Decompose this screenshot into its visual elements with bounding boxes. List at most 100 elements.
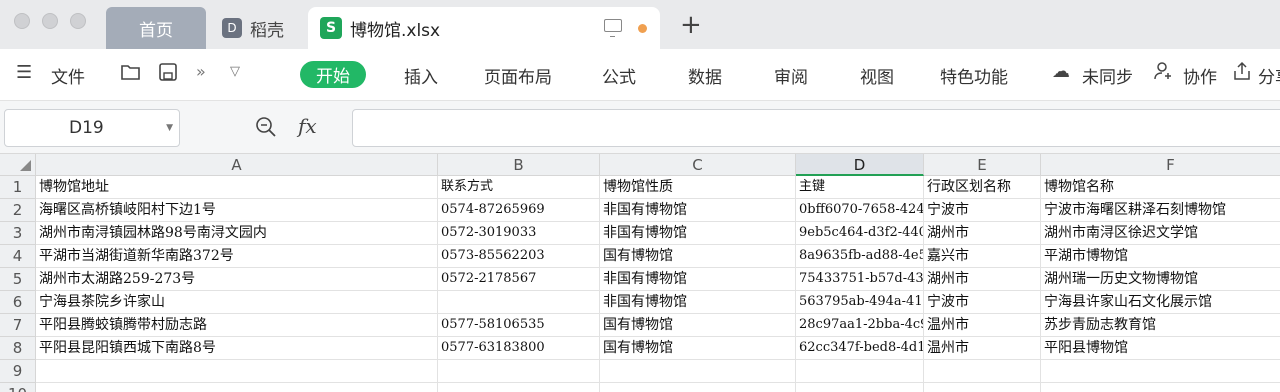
window-close-button[interactable]	[14, 13, 30, 29]
table-cell[interactable]: 平湖市当湖街道新华南路372号	[36, 245, 438, 268]
dropdown-chevron-icon[interactable]: ▽	[230, 64, 240, 79]
column-header-c[interactable]: C	[600, 154, 796, 176]
menu-special-features[interactable]: 特色功能	[940, 63, 1008, 88]
table-cell[interactable]: 行政区划名称	[924, 176, 1041, 199]
table-cell[interactable]: 主键	[796, 176, 924, 199]
table-cell[interactable]: 湖州市太湖路259-273号	[36, 268, 438, 291]
table-cell[interactable]: 海曙区高桥镇岐阳村下边1号	[36, 199, 438, 222]
row-header[interactable]: 6	[0, 291, 36, 314]
sync-status[interactable]: 未同步	[1082, 63, 1133, 88]
table-cell[interactable]: 9eb5c464-d3f2-4408	[796, 222, 924, 245]
table-cell[interactable]: 温州市	[924, 314, 1041, 337]
menu-page-layout[interactable]: 页面布局	[484, 63, 552, 88]
row-header[interactable]: 9	[0, 360, 36, 383]
table-cell[interactable]: 苏步青励志教育馆	[1041, 314, 1280, 337]
table-cell[interactable]: 平湖市博物馆	[1041, 245, 1280, 268]
table-cell[interactable]: 0577-63183800	[438, 337, 600, 360]
table-cell[interactable]: 联系方式	[438, 176, 600, 199]
table-cell[interactable]: 0577-58106535	[438, 314, 600, 337]
table-cell[interactable]: 563795ab-494a-411	[796, 291, 924, 314]
table-cell[interactable]: 博物馆地址	[36, 176, 438, 199]
table-cell[interactable]	[36, 383, 438, 392]
window-maximize-button[interactable]	[70, 13, 86, 29]
formula-input[interactable]	[352, 109, 1280, 147]
table-cell[interactable]	[796, 360, 924, 383]
menu-view[interactable]: 视图	[860, 63, 894, 88]
table-cell[interactable]: 博物馆名称	[1041, 176, 1280, 199]
table-cell[interactable]: 国有博物馆	[600, 245, 796, 268]
table-cell[interactable]	[1041, 360, 1280, 383]
new-tab-button[interactable]: +	[680, 10, 702, 40]
table-cell[interactable]	[924, 383, 1041, 392]
tab-home[interactable]: 首页	[106, 7, 206, 49]
table-cell[interactable]: 28c97aa1-2bba-4c9	[796, 314, 924, 337]
table-cell[interactable]	[924, 360, 1041, 383]
table-cell[interactable]: 62cc347f-bed8-4d1c	[796, 337, 924, 360]
table-cell[interactable]: 非国有博物馆	[600, 199, 796, 222]
table-cell[interactable]	[600, 383, 796, 392]
collaborate-button[interactable]: 协作	[1183, 63, 1217, 88]
row-header[interactable]: 5	[0, 268, 36, 291]
row-header[interactable]: 8	[0, 337, 36, 360]
table-cell[interactable]: 湖州市南浔镇园林路98号南浔文园内	[36, 222, 438, 245]
table-cell[interactable]: 0bff6070-7658-4248	[796, 199, 924, 222]
share-icon[interactable]	[1232, 61, 1252, 86]
table-cell[interactable]: 0572-2178567	[438, 268, 600, 291]
collaborate-icon[interactable]	[1154, 61, 1174, 86]
menu-review[interactable]: 审阅	[774, 63, 808, 88]
table-cell[interactable]: 宁海县茶院乡许家山	[36, 291, 438, 314]
cloud-sync-icon[interactable]: ☁	[1052, 61, 1070, 82]
table-cell[interactable]: 国有博物馆	[600, 314, 796, 337]
table-cell[interactable]: 75433751-b57d-431	[796, 268, 924, 291]
spreadsheet-grid[interactable]: A B C D E F 1 博物馆地址 联系方式 博物馆性质 主键 行政区划名称 博物馆名称 2 海曙区高桥…	[0, 154, 1280, 392]
table-cell[interactable]: 湖州瑞一历史文物博物馆	[1041, 268, 1280, 291]
column-header-d[interactable]: D	[796, 154, 924, 176]
function-button[interactable]: fx	[298, 114, 317, 138]
table-cell[interactable]: 宁波市海曙区耕泽石刻博物馆	[1041, 199, 1280, 222]
table-cell[interactable]: 湖州市南浔区徐迟文学馆	[1041, 222, 1280, 245]
table-cell[interactable]: 国有博物馆	[600, 337, 796, 360]
row-header[interactable]: 3	[0, 222, 36, 245]
row-header[interactable]: 4	[0, 245, 36, 268]
table-cell[interactable]	[1041, 383, 1280, 392]
table-cell[interactable]: 湖州市	[924, 222, 1041, 245]
table-cell[interactable]	[36, 360, 438, 383]
row-header[interactable]: 1	[0, 176, 36, 199]
table-cell[interactable]: 嘉兴市	[924, 245, 1041, 268]
menu-data[interactable]: 数据	[688, 63, 722, 88]
menu-insert[interactable]: 插入	[404, 63, 438, 88]
column-header-e[interactable]: E	[924, 154, 1041, 176]
table-cell[interactable]	[438, 383, 600, 392]
monitor-icon[interactable]	[604, 19, 622, 37]
table-cell[interactable]: 温州市	[924, 337, 1041, 360]
table-cell[interactable]: 8a9635fb-ad88-4e5	[796, 245, 924, 268]
zoom-search-icon[interactable]	[254, 115, 278, 143]
column-header-a[interactable]: A	[36, 154, 438, 176]
menu-start[interactable]: 开始	[300, 61, 366, 88]
table-cell[interactable]	[600, 360, 796, 383]
row-header[interactable]: 2	[0, 199, 36, 222]
save-icon[interactable]	[158, 62, 178, 87]
table-cell[interactable]	[438, 291, 600, 314]
table-cell[interactable]: 平阳县腾蛟镇腾带村励志路	[36, 314, 438, 337]
tab-document[interactable]: S 博物馆.xlsx	[308, 7, 660, 49]
table-cell[interactable]: 宁波市	[924, 291, 1041, 314]
window-minimize-button[interactable]	[42, 13, 58, 29]
table-cell[interactable]	[796, 383, 924, 392]
row-header[interactable]: 10	[0, 383, 36, 392]
table-cell[interactable]: 非国有博物馆	[600, 222, 796, 245]
table-cell[interactable]: 宁海县许家山石文化展示馆	[1041, 291, 1280, 314]
table-cell[interactable]	[438, 360, 600, 383]
column-header-f[interactable]: F	[1041, 154, 1280, 176]
table-cell[interactable]: 博物馆性质	[600, 176, 796, 199]
caret-down-icon[interactable]: ▼	[166, 110, 173, 146]
table-cell[interactable]: 0573-85562203	[438, 245, 600, 268]
column-header-b[interactable]: B	[438, 154, 600, 176]
row-header[interactable]: 7	[0, 314, 36, 337]
table-cell[interactable]: 平阳县博物馆	[1041, 337, 1280, 360]
table-cell[interactable]: 非国有博物馆	[600, 291, 796, 314]
table-cell[interactable]: 平阳县昆阳镇西城下南路8号	[36, 337, 438, 360]
menu-file[interactable]: 文件	[51, 63, 85, 88]
table-cell[interactable]: 宁波市	[924, 199, 1041, 222]
hamburger-menu-icon[interactable]: ☰	[16, 62, 32, 83]
